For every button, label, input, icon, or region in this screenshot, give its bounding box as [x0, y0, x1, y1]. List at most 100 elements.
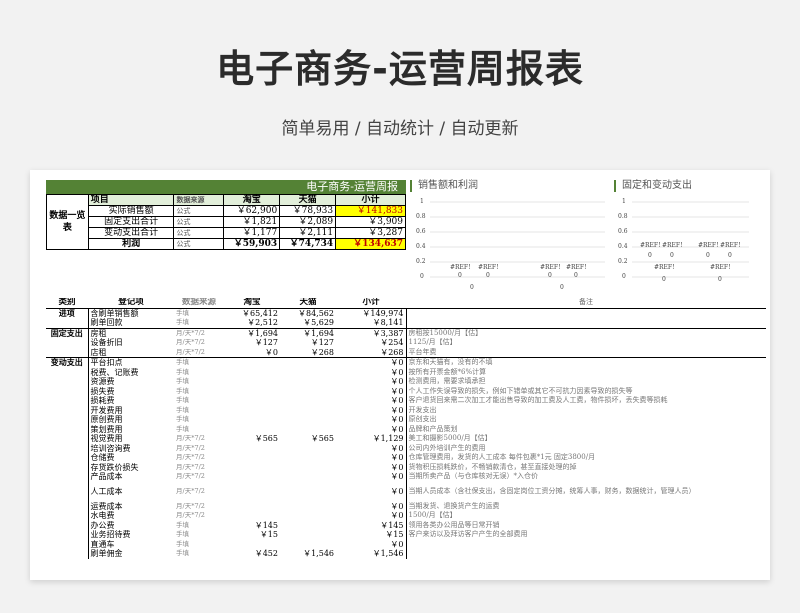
- detail-category: 变动支出: [46, 357, 89, 559]
- detail-header-total: 小计: [362, 298, 380, 307]
- detail-note: 当期发货、退换货产生的运费: [408, 501, 500, 510]
- detail-item: 店租: [90, 347, 107, 357]
- detail-row: 人工成本 月/天*7/2 ￥0 当期人员成本（含社保支出，含固定岗位工资分摊，统筹人事…: [46, 481, 766, 502]
- detail-row: 仓储费 月/天*7/2 ￥0 仓库管理费用，发货的人工成本 每件包裹*1元 固定380…: [46, 453, 766, 463]
- detail-header-source: 数据来源: [181, 298, 216, 307]
- detail-source: 月/天*7/2: [176, 453, 205, 461]
- detail-item: 平台扣点: [88, 357, 174, 368]
- detail-taobao: ￥0: [264, 347, 278, 357]
- detail-tmall: [280, 444, 336, 454]
- ref-error-label: #REF!: [710, 264, 731, 271]
- detail-item: 水电费: [90, 511, 115, 520]
- detail-note: 1125/月【估】: [408, 338, 457, 346]
- detail-row: 固定支出 房租 月/天*7/2 ￥1,694 ￥1,694 ￥3,387 房租按15000/…: [46, 327, 766, 358]
- detail-row: 进项 含刷单销售额 手填 ￥65,412 ￥84,562 ￥149,974: [46, 307, 766, 328]
- detail-total: ￥0: [336, 539, 407, 549]
- detail-note: 当期人员成本（含社保支出，含固定岗位工资分摊，统筹人事，财务，数据统计，管理人员…: [408, 486, 696, 495]
- summary-row: 变动支出合计 公式 ￥1,177 ￥2,111 ￥3,287: [47, 227, 406, 239]
- detail-source: 手填: [176, 539, 189, 548]
- detail-note: 当期所卖产品（与仓库核对无误）*入仓价: [408, 472, 539, 480]
- summary-header-tmall: 天猫: [279, 194, 337, 206]
- detail-tmall: [280, 387, 336, 397]
- y-tick: 0.4: [416, 243, 426, 250]
- detail-total: ￥0: [336, 396, 407, 406]
- detail-tmall: [280, 472, 336, 482]
- detail-row: 损耗费 手填 ￥0 客户退货回来需二次加工才能出售导致的加工费及人工费，物件损坏，丢失…: [46, 396, 766, 406]
- summary-header-row: 数据一览表 项目 数据来源 淘宝 天猫 小计: [46, 194, 406, 250]
- detail-taobao: ￥1,694: [224, 327, 280, 338]
- detail-note: 客户退货回来需二次加工才能出售导致的加工费及人工费，物件损坏，丢失费等损耗: [408, 396, 668, 404]
- detail-total: ￥0: [336, 424, 407, 434]
- y-tick: 1: [420, 198, 424, 205]
- detail-header-note: 备注: [579, 298, 593, 306]
- detail-tmall: [280, 453, 336, 463]
- detail-total: ￥3,387: [336, 327, 407, 338]
- detail-row: 视觉费用 月/天*7/2 ￥565 ￥565 ￥1,129 美工和摄影5000/月【估】: [46, 434, 766, 444]
- summary-tmall: ￥74,734: [279, 238, 337, 250]
- y-tick: 1: [622, 198, 626, 205]
- detail-taobao: [224, 396, 280, 406]
- detail-row: 开发费用 手填 ￥0 开发支出: [46, 405, 766, 416]
- summary-item: 固定支出合计: [87, 216, 175, 228]
- detail-row: 设备折旧 月/天*7/2 ￥127 ￥127 ￥254 1125/月【估】: [46, 338, 766, 348]
- zero-label: 0: [648, 252, 652, 259]
- detail-source: 手填: [176, 396, 189, 404]
- detail-tmall: [280, 396, 336, 406]
- detail-taobao: ￥145: [254, 520, 278, 530]
- detail-tmall: [280, 406, 336, 416]
- detail-total: ￥0: [336, 415, 407, 425]
- detail-total: ￥0: [336, 443, 407, 453]
- detail-total: ￥0: [336, 377, 407, 387]
- detail-row: 店租 月/天*7/2 ￥0 ￥268 ￥268 平台年费: [46, 347, 766, 358]
- detail-total: ￥0: [336, 367, 407, 377]
- y-tick: 0.8: [416, 213, 426, 220]
- zero-label: 0: [728, 252, 732, 259]
- detail-total: ￥268: [336, 347, 407, 358]
- detail-row: 资源费 手填 ￥0 检测费用，需要求填承担: [46, 377, 766, 387]
- detail-tmall: [280, 357, 336, 368]
- ref-error-label: #REF!: [566, 264, 587, 271]
- detail-total: ￥145: [336, 520, 407, 530]
- detail-item: 房租: [88, 327, 174, 338]
- detail-tmall: [280, 502, 336, 512]
- sales-profit-chart-plot: [430, 201, 605, 278]
- zero-label: 0: [662, 276, 666, 283]
- detail-note: 领用各类办公用品等日常开销: [408, 520, 500, 529]
- fixed-variable-chart-title: 固定和变动支出: [614, 180, 754, 192]
- zero-label: 0: [670, 252, 674, 259]
- detail-item: 策划费用: [90, 424, 123, 434]
- detail-item: 直通车: [90, 539, 115, 549]
- detail-source: 月/天*7/2: [176, 472, 205, 480]
- detail-taobao: [224, 453, 280, 463]
- detail-item: 人工成本: [90, 486, 123, 496]
- zero-label: 0: [706, 252, 710, 259]
- detail-source: 月/天*7/2: [176, 486, 205, 495]
- detail-taobao: [224, 511, 280, 521]
- detail-note: 原创支出: [408, 415, 437, 423]
- ref-error-label: #REF!: [662, 242, 683, 249]
- summary-tmall: ￥2,089: [279, 216, 337, 228]
- detail-note: 仓库管理费用，发货的人工成本 每件包裹*1元 固定3800/月: [408, 453, 596, 461]
- zero-label: 0: [574, 272, 578, 279]
- detail-taobao: [224, 377, 280, 387]
- detail-header-item: 登记项: [118, 298, 144, 307]
- summary-item: 变动支出合计: [87, 227, 175, 239]
- detail-total: ￥1,546: [336, 549, 407, 559]
- detail-row: 直通车 手填 ￥0: [46, 539, 766, 549]
- detail-item: 开发费用: [90, 405, 123, 415]
- detail-note: [406, 307, 766, 318]
- detail-row: 运费成本 月/天*7/2 ￥0 当期发货、退换货产生的运费: [46, 501, 766, 512]
- summary-source: 公式: [173, 216, 225, 228]
- zero-label: 0: [458, 272, 462, 279]
- detail-source: 手填: [176, 530, 189, 538]
- detail-row: 变动支出 平台扣点 手填 ￥0 京东和天猫有，没有的不填: [46, 357, 766, 559]
- detail-tmall: ￥565: [310, 434, 334, 443]
- detail-item: 刷单回款: [90, 318, 123, 327]
- detail-total: ￥0: [336, 472, 407, 482]
- page-subtitle: 简单易用 / 自动统计 / 自动更新: [281, 119, 519, 139]
- detail-item: 视觉费用: [90, 434, 123, 443]
- summary-total: ￥141,833: [335, 205, 406, 217]
- summary-row: 实际销售额 公式 ￥62,900 ￥78,933 ￥141,833: [47, 205, 406, 217]
- detail-block: 类别 登记项 数据来源 淘宝 天猫 小计 备注 进项 含刷单销售额 手填 ￥65,41…: [46, 298, 766, 559]
- detail-note: 房租按15000/月【估】: [406, 327, 766, 338]
